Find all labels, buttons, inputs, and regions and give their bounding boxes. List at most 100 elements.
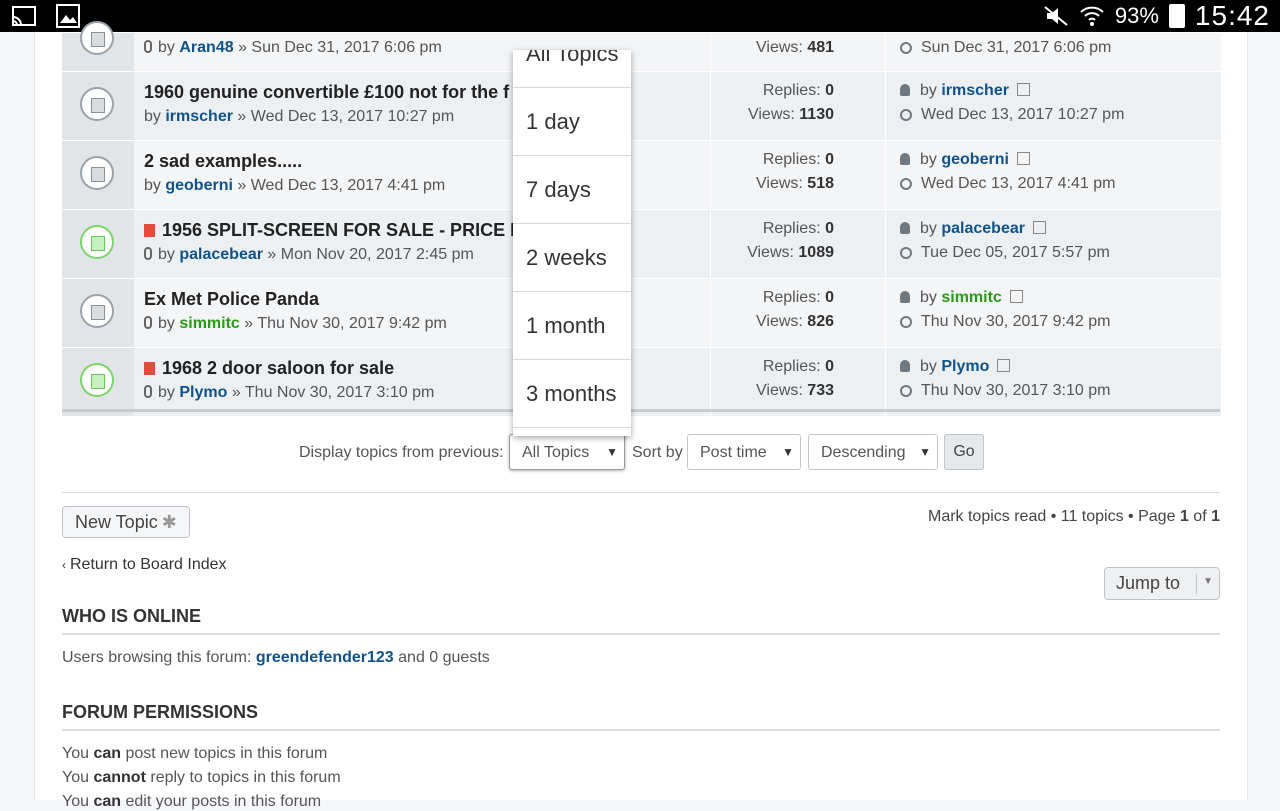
sort-order-select[interactable]: Descending ▼ bbox=[808, 434, 938, 470]
mark-topics-read-link[interactable]: Mark topics read bbox=[928, 508, 1046, 525]
views-count: 481 bbox=[807, 39, 834, 56]
hot-topic-icon bbox=[144, 362, 155, 375]
hot-topic-icon bbox=[144, 224, 155, 237]
display-topics-select[interactable]: All Topics ▼ bbox=[509, 434, 625, 470]
view-latest-post-icon[interactable] bbox=[997, 359, 1011, 372]
post-date: Thu Nov 30, 2017 3:10 pm bbox=[244, 384, 435, 401]
replies-count: 0 bbox=[825, 358, 834, 375]
post-date: Wed Dec 13, 2017 4:41 pm bbox=[250, 177, 446, 194]
topic-title-link[interactable]: 1960 genuine convertible £100 not for th… bbox=[144, 82, 509, 103]
list-bottom-border bbox=[62, 409, 1220, 412]
divider bbox=[62, 633, 1220, 635]
chevron-left-icon: ‹ bbox=[62, 558, 66, 572]
user-icon bbox=[900, 84, 910, 96]
sort-by-select[interactable]: Post time ▼ bbox=[687, 434, 801, 470]
dropdown-option[interactable]: All Topics bbox=[513, 50, 631, 88]
topic-unread-icon bbox=[80, 225, 114, 259]
topic-title-link[interactable]: 1956 SPLIT-SCREEN FOR SALE - PRICE R bbox=[162, 220, 523, 240]
dropdown-option[interactable]: 3 months bbox=[513, 360, 631, 428]
author-link[interactable]: palacebear bbox=[179, 246, 263, 263]
clock-icon bbox=[900, 247, 912, 259]
topic-row[interactable]: 1968 2 door saloon for sale by Plymo » T… bbox=[62, 347, 1221, 416]
dropdown-option[interactable]: 1 day bbox=[513, 88, 631, 156]
return-to-board-index-link[interactable]: ‹ Return to Board Index bbox=[62, 556, 227, 574]
clock: 15:42 bbox=[1194, 0, 1270, 31]
author-link[interactable]: Aran48 bbox=[179, 39, 233, 56]
forum-permissions-heading: FORUM PERMISSIONS bbox=[62, 702, 259, 722]
author-link[interactable]: irmscher bbox=[165, 108, 233, 125]
dropdown-option[interactable]: 7 days bbox=[513, 156, 631, 224]
topic-title-link[interactable]: Ex Met Police Panda bbox=[144, 289, 319, 310]
clock-icon bbox=[900, 109, 912, 121]
pagination: Mark topics read • 11 topics • Page 1 of… bbox=[927, 508, 1220, 525]
permission-line: You can edit your posts in this forum bbox=[62, 793, 322, 810]
replies-count: 0 bbox=[825, 220, 834, 237]
last-post-date: Wed Dec 13, 2017 4:41 pm bbox=[921, 175, 1116, 192]
permission-line: You can post new topics in this forum bbox=[62, 745, 328, 762]
views-count: 826 bbox=[807, 313, 834, 330]
replies-count: 0 bbox=[825, 289, 834, 306]
user-icon bbox=[900, 222, 910, 234]
dropdown-arrow-icon: ▼ bbox=[606, 445, 618, 459]
last-post-date: Tue Dec 05, 2017 5:57 pm bbox=[921, 244, 1110, 261]
gallery-icon bbox=[56, 4, 80, 28]
user-icon bbox=[900, 153, 910, 165]
topic-title-link[interactable]: 2 sad examples..... bbox=[144, 151, 302, 172]
last-post-date: Wed Dec 13, 2017 10:27 pm bbox=[921, 106, 1125, 123]
views-count: 518 bbox=[807, 175, 834, 192]
clock-icon bbox=[900, 178, 912, 190]
online-user-link[interactable]: greendefender123 bbox=[256, 649, 394, 666]
topic-read-icon bbox=[80, 156, 114, 190]
topic-title-link[interactable]: 1968 2 door saloon for sale bbox=[162, 358, 394, 378]
clock-icon bbox=[900, 316, 912, 328]
display-topics-label: Display topics from previous: bbox=[299, 444, 504, 461]
author-link[interactable]: geoberni bbox=[165, 177, 233, 194]
last-poster-link[interactable]: palacebear bbox=[941, 220, 1025, 237]
attachment-icon bbox=[144, 247, 152, 260]
jump-to-button[interactable]: Jump to ▼ bbox=[1104, 567, 1220, 600]
topic-read-icon bbox=[80, 21, 114, 55]
replies-count: 0 bbox=[825, 151, 834, 168]
topic-row[interactable]: 1956 SPLIT-SCREEN FOR SALE - PRICE R by … bbox=[62, 209, 1221, 278]
clock-icon bbox=[900, 42, 912, 54]
author-link[interactable]: simmitc bbox=[179, 315, 239, 332]
author-link[interactable]: Plymo bbox=[179, 384, 227, 401]
view-latest-post-icon[interactable] bbox=[1016, 152, 1030, 165]
view-latest-post-icon[interactable] bbox=[1016, 83, 1030, 96]
dropdown-option[interactable]: 1 month bbox=[513, 292, 631, 360]
replies-count: 0 bbox=[825, 82, 834, 99]
topic-count: 11 topics bbox=[1060, 508, 1124, 525]
go-button[interactable]: Go bbox=[944, 434, 984, 470]
post-date: Thu Nov 30, 2017 9:42 pm bbox=[257, 315, 447, 332]
current-page: 1 bbox=[1179, 508, 1189, 525]
forum-page: by Aran48 » Sun Dec 31, 2017 6:06 pm Vie… bbox=[34, 21, 1248, 810]
online-users-text: Users browsing this forum: greendefender… bbox=[62, 649, 490, 666]
views-count: 1089 bbox=[798, 244, 834, 261]
display-topics-dropdown-menu: All Topics 1 day 7 days 2 weeks 1 month … bbox=[513, 50, 631, 436]
divider bbox=[62, 492, 1220, 493]
last-poster-link[interactable]: irmscher bbox=[941, 82, 1009, 99]
last-post-date: Thu Nov 30, 2017 3:10 pm bbox=[921, 382, 1111, 399]
topic-row[interactable]: 1960 genuine convertible £100 not for th… bbox=[62, 71, 1221, 140]
last-poster-link[interactable]: simmitc bbox=[941, 289, 1001, 306]
attachment-icon bbox=[144, 316, 152, 329]
user-icon bbox=[900, 360, 910, 372]
permission-line: You cannot reply to topics in this forum bbox=[62, 769, 341, 786]
post-date: Sun Dec 31, 2017 6:06 pm bbox=[251, 39, 442, 56]
attachment-icon bbox=[144, 40, 152, 53]
chevron-down-icon: ▼ bbox=[1203, 576, 1213, 587]
topic-row[interactable]: by Aran48 » Sun Dec 31, 2017 6:06 pm Vie… bbox=[62, 21, 1221, 71]
new-topic-button[interactable]: New Topic ✱ bbox=[62, 506, 190, 538]
last-poster-link[interactable]: geoberni bbox=[941, 151, 1009, 168]
last-poster-link[interactable]: Plymo bbox=[941, 358, 989, 375]
post-date: Wed Dec 13, 2017 10:27 pm bbox=[250, 108, 455, 125]
topic-row[interactable]: Ex Met Police Panda by simmitc » Thu Nov… bbox=[62, 278, 1221, 347]
last-post-date: Sun Dec 31, 2017 6:06 pm bbox=[921, 39, 1112, 56]
dropdown-option[interactable]: 2 weeks bbox=[513, 224, 631, 292]
sort-by-label: Sort by bbox=[632, 444, 683, 461]
who-is-online-heading: WHO IS ONLINE bbox=[62, 606, 201, 626]
view-latest-post-icon[interactable] bbox=[1009, 290, 1023, 303]
attachment-icon bbox=[144, 385, 152, 398]
topic-row[interactable]: 2 sad examples..... by geoberni » Wed De… bbox=[62, 140, 1221, 209]
view-latest-post-icon[interactable] bbox=[1032, 221, 1046, 234]
